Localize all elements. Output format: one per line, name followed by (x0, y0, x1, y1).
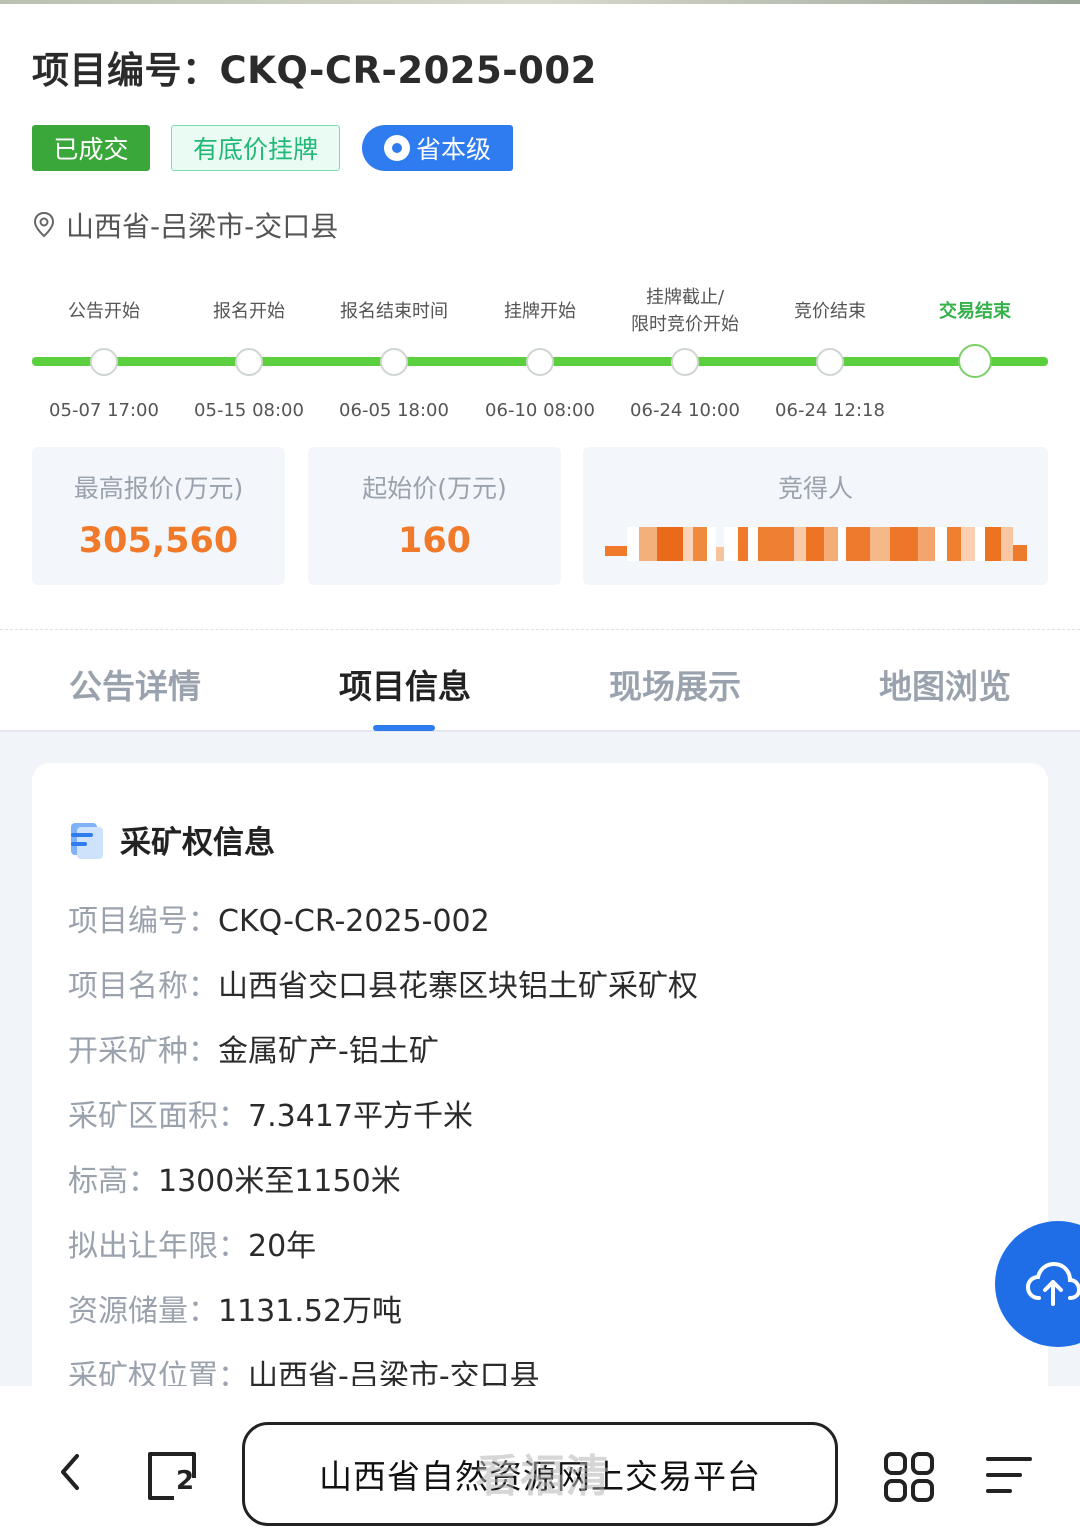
project-location: 山西省-吕梁市-交口县 (32, 205, 338, 245)
menu-button[interactable] (982, 1450, 1036, 1500)
level-badge: 省本级 (362, 125, 513, 171)
timeline-node-current (958, 344, 992, 378)
timeline-step-label-current: 交易结束 (939, 300, 1011, 322)
timeline-node (816, 348, 844, 376)
start-price-label: 起始价(万元) (362, 474, 507, 503)
panel-title: 采矿权信息 (120, 825, 275, 861)
browser-toolbar: 2 山西省自然资源网上交易平台 看福清 (0, 1386, 1080, 1530)
listing-type-badge: 有底价挂牌 (171, 125, 340, 171)
timeline-date: 06-24 10:00 (630, 400, 740, 421)
back-arrow-icon (61, 1454, 79, 1490)
timeline-date: 06-24 12:18 (775, 400, 885, 421)
active-tab-indicator (373, 725, 435, 731)
timeline-step-label: 报名结束时间 (340, 300, 448, 322)
menu-icon (986, 1457, 1032, 1493)
start-price-value: 160 (397, 521, 472, 561)
timeline-node (380, 348, 408, 376)
timeline-step-label: 挂牌开始 (504, 300, 576, 322)
timeline-step-label: 竞价结束 (794, 300, 866, 322)
info-row-elevation: 标高：1300米至1150米 (68, 1164, 401, 1199)
apps-grid-icon (884, 1452, 934, 1502)
timeline-date: 05-07 17:00 (49, 400, 159, 421)
progress-timeline: 公告开始 报名开始 报名结束时间 挂牌开始 挂牌截止/ 限时竞价开始 竞价结束 … (32, 280, 1048, 430)
tab-site-display[interactable]: 现场展示 (540, 660, 810, 708)
timeline-node (526, 348, 554, 376)
info-row-project-name: 项目名称：山西省交口县花寨区块铝土矿采矿权 (68, 969, 698, 1004)
tabs-button[interactable]: 2 (142, 1444, 202, 1504)
location-pin-icon (33, 211, 55, 238)
document-icon (71, 822, 103, 859)
info-row-term: 拟出让年限：20年 (68, 1229, 317, 1264)
timeline-step-label: 公告开始 (68, 300, 140, 322)
highest-bid-value: 305,560 (78, 521, 239, 561)
timeline-date: 06-05 18:00 (339, 400, 449, 421)
winner-label: 竞得人 (777, 474, 853, 503)
tab-bar: 公告详情 项目信息 现场展示 地图浏览 (0, 630, 1080, 732)
timeline-date: 06-10 08:00 (485, 400, 595, 421)
cloud-upload-icon (1025, 1261, 1080, 1306)
page-title: 项目编号：CKQ-CR-2025-002 (32, 49, 597, 92)
address-bar-title: 山西省自然资源网上交易平台 (319, 1457, 761, 1496)
start-price-card: 起始价(万元) 160 (308, 447, 561, 585)
winner-card: 竞得人 (583, 447, 1048, 585)
address-bar[interactable]: 山西省自然资源网上交易平台 看福清 (242, 1422, 838, 1526)
tab-announcement[interactable]: 公告详情 (0, 660, 270, 708)
timeline-step-label: 挂牌截止/ 限时竞价开始 (631, 287, 739, 335)
tab-count: 2 (176, 1466, 195, 1496)
info-row-mineral-type: 开采矿种：金属矿产-铝土矿 (68, 1034, 439, 1069)
info-row-project-code: 项目编号：CKQ-CR-2025-002 (68, 904, 490, 939)
apps-button[interactable] (880, 1448, 938, 1506)
level-badge-label: 省本级 (415, 135, 491, 164)
mining-rights-panel: 采矿权信息 项目编号：CKQ-CR-2025-002 项目名称：山西省交口县花寨… (32, 763, 1048, 1413)
winner-name-redacted (605, 527, 1027, 561)
info-row-reserves: 资源储量：1131.52万吨 (68, 1294, 403, 1329)
timeline-node (235, 348, 263, 376)
location-dot-icon (383, 135, 410, 161)
highest-bid-label: 最高报价(万元) (73, 474, 244, 503)
info-row-mining-area: 采矿区面积：7.3417平方千米 (68, 1099, 473, 1134)
tab-project-info[interactable]: 项目信息 (270, 660, 540, 708)
back-button[interactable] (48, 1450, 92, 1494)
timeline-node (90, 348, 118, 376)
status-badge: 已成交 (32, 125, 150, 171)
panel-header: 采矿权信息 (68, 817, 275, 862)
tab-map-view[interactable]: 地图浏览 (810, 660, 1080, 708)
timeline-date: 05-15 08:00 (194, 400, 304, 421)
location-text: 山西省-吕梁市-交口县 (66, 210, 339, 243)
timeline-node (671, 348, 699, 376)
top-image-edge (0, 0, 1080, 4)
highest-bid-card: 最高报价(万元) 305,560 (32, 447, 285, 585)
timeline-step-label: 报名开始 (213, 300, 285, 322)
